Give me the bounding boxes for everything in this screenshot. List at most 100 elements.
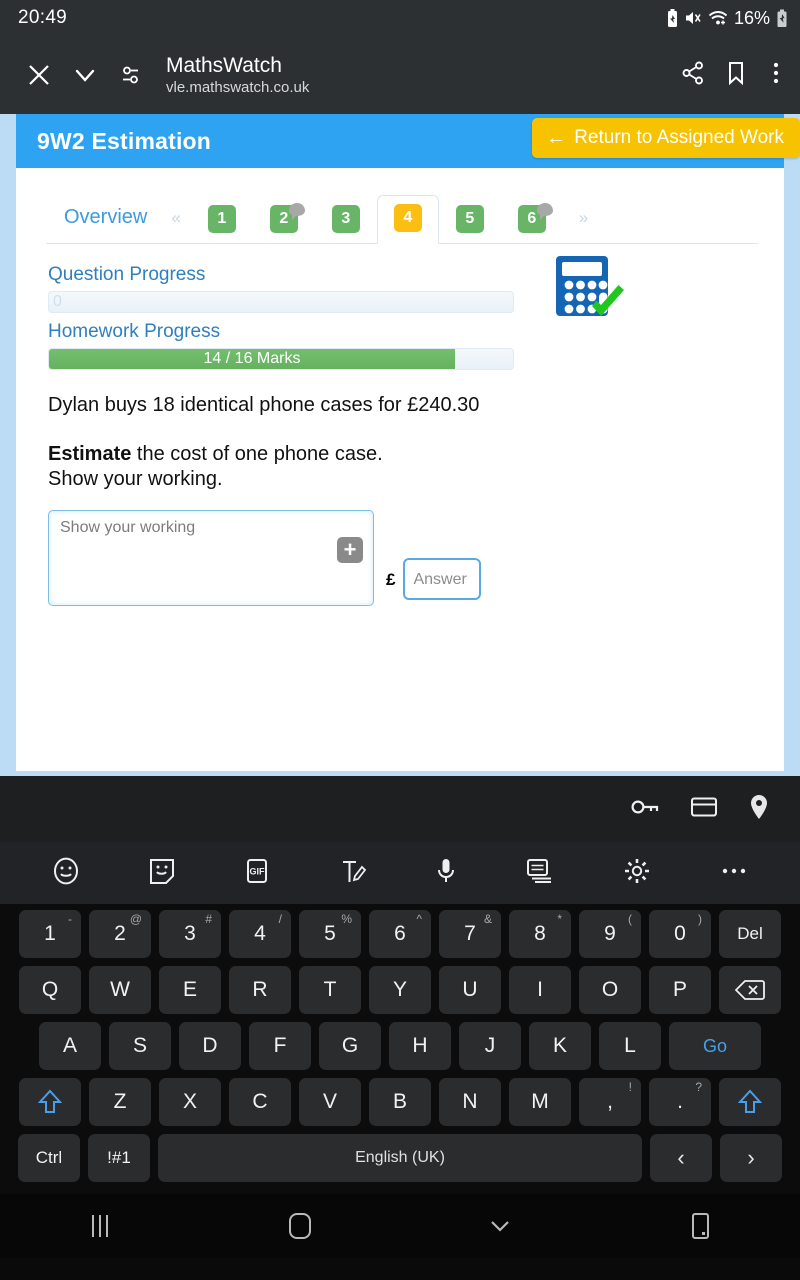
svg-text:GIF: GIF — [249, 866, 265, 876]
key-alt-label: @ — [129, 912, 142, 926]
key-period[interactable]: .? — [649, 1078, 711, 1126]
key-h[interactable]: H — [389, 1022, 451, 1070]
key-backspace[interactable] — [719, 966, 781, 1014]
tabs-prev-button[interactable]: « — [147, 208, 190, 243]
key-v[interactable]: V — [299, 1078, 361, 1126]
key-t[interactable]: T — [299, 966, 361, 1014]
browser-menu-button[interactable] — [766, 60, 786, 91]
key-go[interactable]: Go — [669, 1022, 761, 1070]
bookmark-button[interactable] — [724, 60, 748, 91]
tabs-next-button[interactable]: » — [563, 208, 588, 243]
key-u[interactable]: U — [439, 966, 501, 1014]
key-cursor-right[interactable]: › — [720, 1134, 782, 1182]
key-8[interactable]: 8 * — [509, 910, 571, 958]
key-f[interactable]: F — [249, 1022, 311, 1070]
key-m[interactable]: M — [509, 1078, 571, 1126]
key-comma[interactable]: ,! — [579, 1078, 641, 1126]
key-1[interactable]: 1- — [19, 910, 81, 958]
handwriting-button[interactable] — [338, 856, 368, 891]
tab-question-2[interactable]: 2 — [253, 203, 315, 243]
key-7[interactable]: 7 & — [439, 910, 501, 958]
answer-input[interactable]: Answer — [403, 558, 482, 600]
key-4[interactable]: 4/ — [229, 910, 291, 958]
nav-recents-button[interactable] — [55, 1215, 145, 1237]
key-l[interactable]: L — [599, 1022, 661, 1070]
key-3[interactable]: 3 # — [159, 910, 221, 958]
key-n[interactable]: N — [439, 1078, 501, 1126]
page-settings-icon — [123, 66, 138, 84]
key-cursor-left[interactable]: ‹ — [650, 1134, 712, 1182]
nav-back-button[interactable] — [455, 1217, 545, 1235]
key-q[interactable]: Q — [19, 966, 81, 1014]
add-working-row-button[interactable]: + — [337, 537, 363, 563]
key-symbols[interactable]: !#1 — [88, 1134, 150, 1182]
key-z[interactable]: Z — [89, 1078, 151, 1126]
key-x[interactable]: X — [159, 1078, 221, 1126]
key-s[interactable]: S — [109, 1022, 171, 1070]
more-vertical-icon — [773, 62, 779, 83]
answer-area: Show your working + £ Answer — [48, 510, 754, 606]
tab-question-1[interactable]: 1 — [191, 205, 253, 243]
key-label: 2 — [114, 922, 126, 945]
working-textarea[interactable]: Show your working + — [48, 510, 374, 606]
key-6[interactable]: 6 ^ — [369, 910, 431, 958]
key-9[interactable]: 9( — [579, 910, 641, 958]
chevron-down-icon — [75, 69, 95, 82]
collapse-button[interactable] — [62, 52, 108, 98]
key-5[interactable]: 5% — [299, 910, 361, 958]
volume-mute-icon — [685, 9, 702, 27]
key-2[interactable]: 2 @ — [89, 910, 151, 958]
return-to-assigned-work-button[interactable]: ← Return to Assigned Work — [532, 118, 800, 158]
page-title: MathsWatch — [166, 54, 282, 77]
key-shift-right[interactable] — [719, 1078, 781, 1126]
location-button[interactable] — [748, 793, 770, 826]
tab-badge: 1 — [207, 205, 236, 233]
key-0[interactable]: 0) — [649, 910, 711, 958]
nav-home-button[interactable] — [255, 1213, 345, 1239]
clipboard-button[interactable] — [525, 857, 555, 890]
key-b[interactable]: B — [369, 1078, 431, 1126]
sticker-button[interactable] — [148, 856, 176, 891]
tab-question-5[interactable]: 5 — [439, 205, 501, 243]
key-label: 0 — [674, 922, 686, 945]
currency-label: £ — [386, 570, 396, 589]
credit-card-button[interactable] — [690, 795, 718, 824]
key-r[interactable]: R — [229, 966, 291, 1014]
address-bar[interactable]: MathsWatch vle.mathswatch.co.uk — [166, 53, 680, 97]
emoji-button[interactable] — [51, 856, 81, 891]
key-c[interactable]: C — [229, 1078, 291, 1126]
tab-overview[interactable]: Overview — [46, 206, 147, 243]
more-options-button[interactable] — [719, 864, 749, 882]
share-button[interactable] — [680, 60, 706, 91]
key-ctrl[interactable]: Ctrl — [18, 1134, 80, 1182]
key-p[interactable]: P — [649, 966, 711, 1014]
key-shift-left[interactable] — [19, 1078, 81, 1126]
close-button[interactable] — [16, 52, 62, 98]
password-key-button[interactable] — [630, 794, 660, 825]
key-k[interactable]: K — [529, 1022, 591, 1070]
key-g[interactable]: G — [319, 1022, 381, 1070]
gif-button[interactable]: GIF — [243, 856, 271, 891]
key-o[interactable]: O — [579, 966, 641, 1014]
key-a[interactable]: A — [39, 1022, 101, 1070]
key-d[interactable]: D — [179, 1022, 241, 1070]
key-delete[interactable]: Del — [719, 910, 781, 958]
status-icon-group: 16% — [666, 8, 788, 29]
key-j[interactable]: J — [459, 1022, 521, 1070]
answer-placeholder: Answer — [413, 571, 467, 588]
tab-question-6[interactable]: 6 — [501, 203, 563, 243]
key-y[interactable]: Y — [369, 966, 431, 1014]
question-progress-label: Question Progress — [48, 264, 206, 285]
key-w[interactable]: W — [89, 966, 151, 1014]
key-i[interactable]: I — [509, 966, 571, 1014]
tab-question-4[interactable]: 4 — [376, 195, 439, 244]
comment-bubble-icon — [536, 203, 553, 220]
tab-question-3[interactable]: 3 — [315, 205, 377, 243]
page-settings-button[interactable] — [108, 52, 154, 98]
key-e[interactable]: E — [159, 966, 221, 1014]
key-space[interactable]: English (UK) — [158, 1134, 642, 1182]
nav-device-button[interactable] — [655, 1213, 745, 1239]
microphone-button[interactable] — [434, 856, 458, 891]
keyboard-settings-button[interactable] — [622, 856, 652, 891]
key-alt-label: / — [278, 912, 282, 926]
